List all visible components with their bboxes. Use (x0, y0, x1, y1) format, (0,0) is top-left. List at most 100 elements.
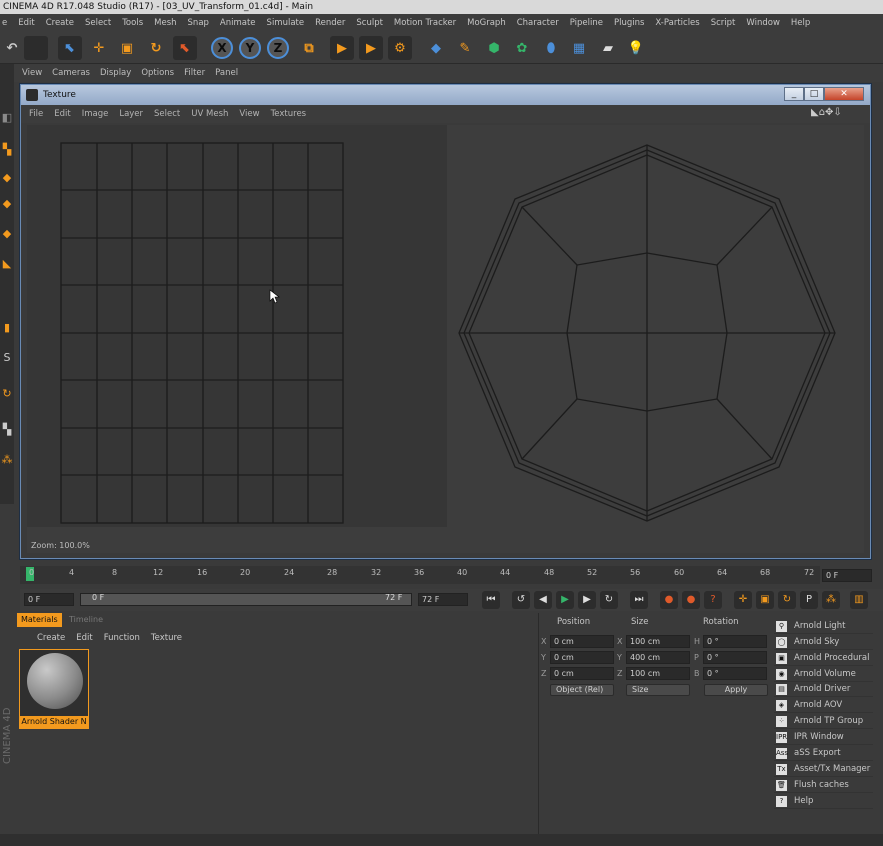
workplane-icon[interactable]: ↻ (0, 384, 14, 404)
render-picture-viewer-icon[interactable]: ▶ (359, 36, 383, 60)
viewport-menu-view[interactable]: View (22, 68, 42, 78)
select-tool-icon[interactable]: ⬉ (58, 36, 82, 60)
snap-icon[interactable]: S (0, 348, 14, 368)
viewport-menu-panel[interactable]: Panel (215, 68, 238, 78)
close-button[interactable]: ✕ (824, 87, 864, 101)
y-axis-lock-icon[interactable]: Y (239, 37, 261, 59)
rotate-tool-icon[interactable]: ↻ (144, 36, 168, 60)
asset-tx-manager-button[interactable]: Tx Asset/Tx Manager (774, 762, 873, 777)
move-tool-icon[interactable]: ✛ (87, 36, 111, 60)
material-menu-edit[interactable]: Edit (76, 633, 92, 643)
material-item[interactable]: Arnold Shader N (19, 649, 89, 729)
texture-menu-uv-mesh[interactable]: UV Mesh (191, 109, 228, 119)
menu-item-mograph[interactable]: MoGraph (467, 18, 506, 28)
menu-item-plugins[interactable]: Plugins (614, 18, 644, 28)
menu-item-help[interactable]: Help (791, 18, 810, 28)
pos-y-field[interactable]: 0 cm (550, 651, 614, 664)
key-position-icon[interactable]: ✛ (734, 591, 752, 609)
arnold-volume-button[interactable]: ◉ Arnold Volume (774, 667, 873, 682)
arnold-aov-button[interactable]: ◈ Arnold AOV (774, 698, 873, 713)
goto-end-icon[interactable]: ⏭ (630, 591, 648, 609)
apply-button[interactable]: Apply (704, 684, 768, 696)
scale-tool-icon[interactable]: ▣ (115, 36, 139, 60)
render-settings-icon[interactable]: ⚙ (388, 36, 412, 60)
menu-item-mesh[interactable]: Mesh (154, 18, 176, 28)
menu-item-window2[interactable]: Window (746, 18, 780, 28)
arnold-driver-button[interactable]: ▤ Arnold Driver (774, 682, 873, 697)
autokey-icon[interactable]: ● (682, 591, 700, 609)
menu-item-select[interactable]: Select (85, 18, 111, 28)
subdivision-icon[interactable]: ⬢ (482, 36, 506, 60)
current-frame-field[interactable]: 0 F (24, 593, 74, 606)
texture-menu-view[interactable]: View (239, 109, 259, 119)
lock-workplane-icon[interactable]: ▚ (0, 420, 14, 440)
play-icon[interactable]: ▶ (556, 591, 574, 609)
arnold-help-button[interactable]: ? Help (774, 794, 873, 809)
tweak-mode-icon[interactable]: ▮ (0, 318, 14, 338)
menu-item-window[interactable]: e (2, 18, 7, 28)
keyframe-selection-icon[interactable]: ? (704, 591, 722, 609)
light-icon[interactable]: 💡 (624, 36, 648, 60)
maximize-button[interactable]: □ (804, 87, 824, 101)
axis-mode-icon[interactable]: ◣ (0, 254, 14, 274)
menu-item-render[interactable]: Render (315, 18, 345, 28)
texture-menu-edit[interactable]: Edit (54, 109, 70, 119)
material-menu-create[interactable]: Create (37, 633, 65, 643)
model-mode-icon[interactable]: ◧ (0, 108, 14, 128)
key-rotation-icon[interactable]: ↻ (778, 591, 796, 609)
floor-icon[interactable]: ▦ (567, 36, 591, 60)
deformer-icon[interactable]: ⬮ (539, 36, 563, 60)
key-parameter-icon[interactable]: P (800, 591, 818, 609)
prev-key-icon[interactable]: ↺ (512, 591, 530, 609)
record-icon[interactable]: ● (660, 591, 678, 609)
viewport-menu-options[interactable]: Options (141, 68, 174, 78)
arnold-light-button[interactable]: ⚲ Arnold Light (774, 619, 873, 634)
camera-icon[interactable]: ▰ (596, 36, 620, 60)
texture-menu-textures[interactable]: Textures (271, 109, 307, 119)
max-frame-field[interactable]: 72 F (418, 593, 468, 606)
texture-mode-icon[interactable]: ▚ (0, 140, 14, 160)
menu-item-edit[interactable]: Edit (18, 18, 34, 28)
flush-caches-button[interactable]: 🗑 Flush caches (774, 778, 873, 793)
ass-export-button[interactable]: Ass aSS Export (774, 746, 873, 761)
menu-item-create[interactable]: Create (46, 18, 74, 28)
goto-start-icon[interactable]: ⏮ (482, 591, 500, 609)
texture-menu-layer[interactable]: Layer (119, 109, 143, 119)
frame-range-slider[interactable] (80, 593, 412, 606)
menu-item-animate[interactable]: Animate (220, 18, 256, 28)
menu-item-tools[interactable]: Tools (122, 18, 143, 28)
z-axis-lock-icon[interactable]: Z (267, 37, 289, 59)
minimize-button[interactable]: _ (784, 87, 804, 101)
material-menu-texture[interactable]: Texture (151, 633, 182, 643)
coordinate-mode-select[interactable]: Object (Rel) (550, 684, 614, 696)
key-pla-icon[interactable]: ⁂ (822, 591, 840, 609)
menu-item-simulate[interactable]: Simulate (267, 18, 305, 28)
next-frame-icon[interactable]: ▶ (578, 591, 596, 609)
live-select-icon[interactable]: ⬉ (173, 36, 197, 60)
pos-z-field[interactable]: 0 cm (550, 667, 614, 680)
menu-item-character[interactable]: Character (517, 18, 559, 28)
tab-materials[interactable]: Materials (17, 613, 62, 627)
coordinate-system-icon[interactable]: ⧉ (297, 36, 321, 60)
size-y-field[interactable]: 400 cm (626, 651, 690, 664)
pen-spline-icon[interactable]: ✎ (453, 36, 477, 60)
tab-timeline[interactable]: Timeline (65, 613, 107, 627)
polygons-mode-icon[interactable]: ◆ (0, 224, 14, 244)
film-icon[interactable]: ▥ (850, 591, 868, 609)
redo-icon[interactable] (24, 36, 48, 60)
pos-x-field[interactable]: 0 cm (550, 635, 614, 648)
menu-item-motion-tracker[interactable]: Motion Tracker (394, 18, 456, 28)
menu-item-script[interactable]: Script (711, 18, 736, 28)
menu-item-x-particles[interactable]: X-Particles (655, 18, 699, 28)
size-mode-select[interactable]: Size (626, 684, 690, 696)
ipr-window-button[interactable]: IPR IPR Window (774, 730, 873, 745)
arnold-sky-button[interactable]: ◯ Arnold Sky (774, 635, 873, 650)
viewport-menu-display[interactable]: Display (100, 68, 131, 78)
cube-icon[interactable]: ◆ (424, 36, 448, 60)
arnold-procedural-button[interactable]: ▣ Arnold Procedural (774, 651, 873, 666)
size-x-field[interactable]: 100 cm (626, 635, 690, 648)
rot-p-field[interactable]: 0 ° (703, 651, 767, 664)
timeline-ruler[interactable]: 0 4 8 12 16 20 24 28 32 36 40 44 48 52 5… (20, 566, 820, 584)
viewport-menu-filter[interactable]: Filter (184, 68, 205, 78)
x-axis-lock-icon[interactable]: X (211, 37, 233, 59)
